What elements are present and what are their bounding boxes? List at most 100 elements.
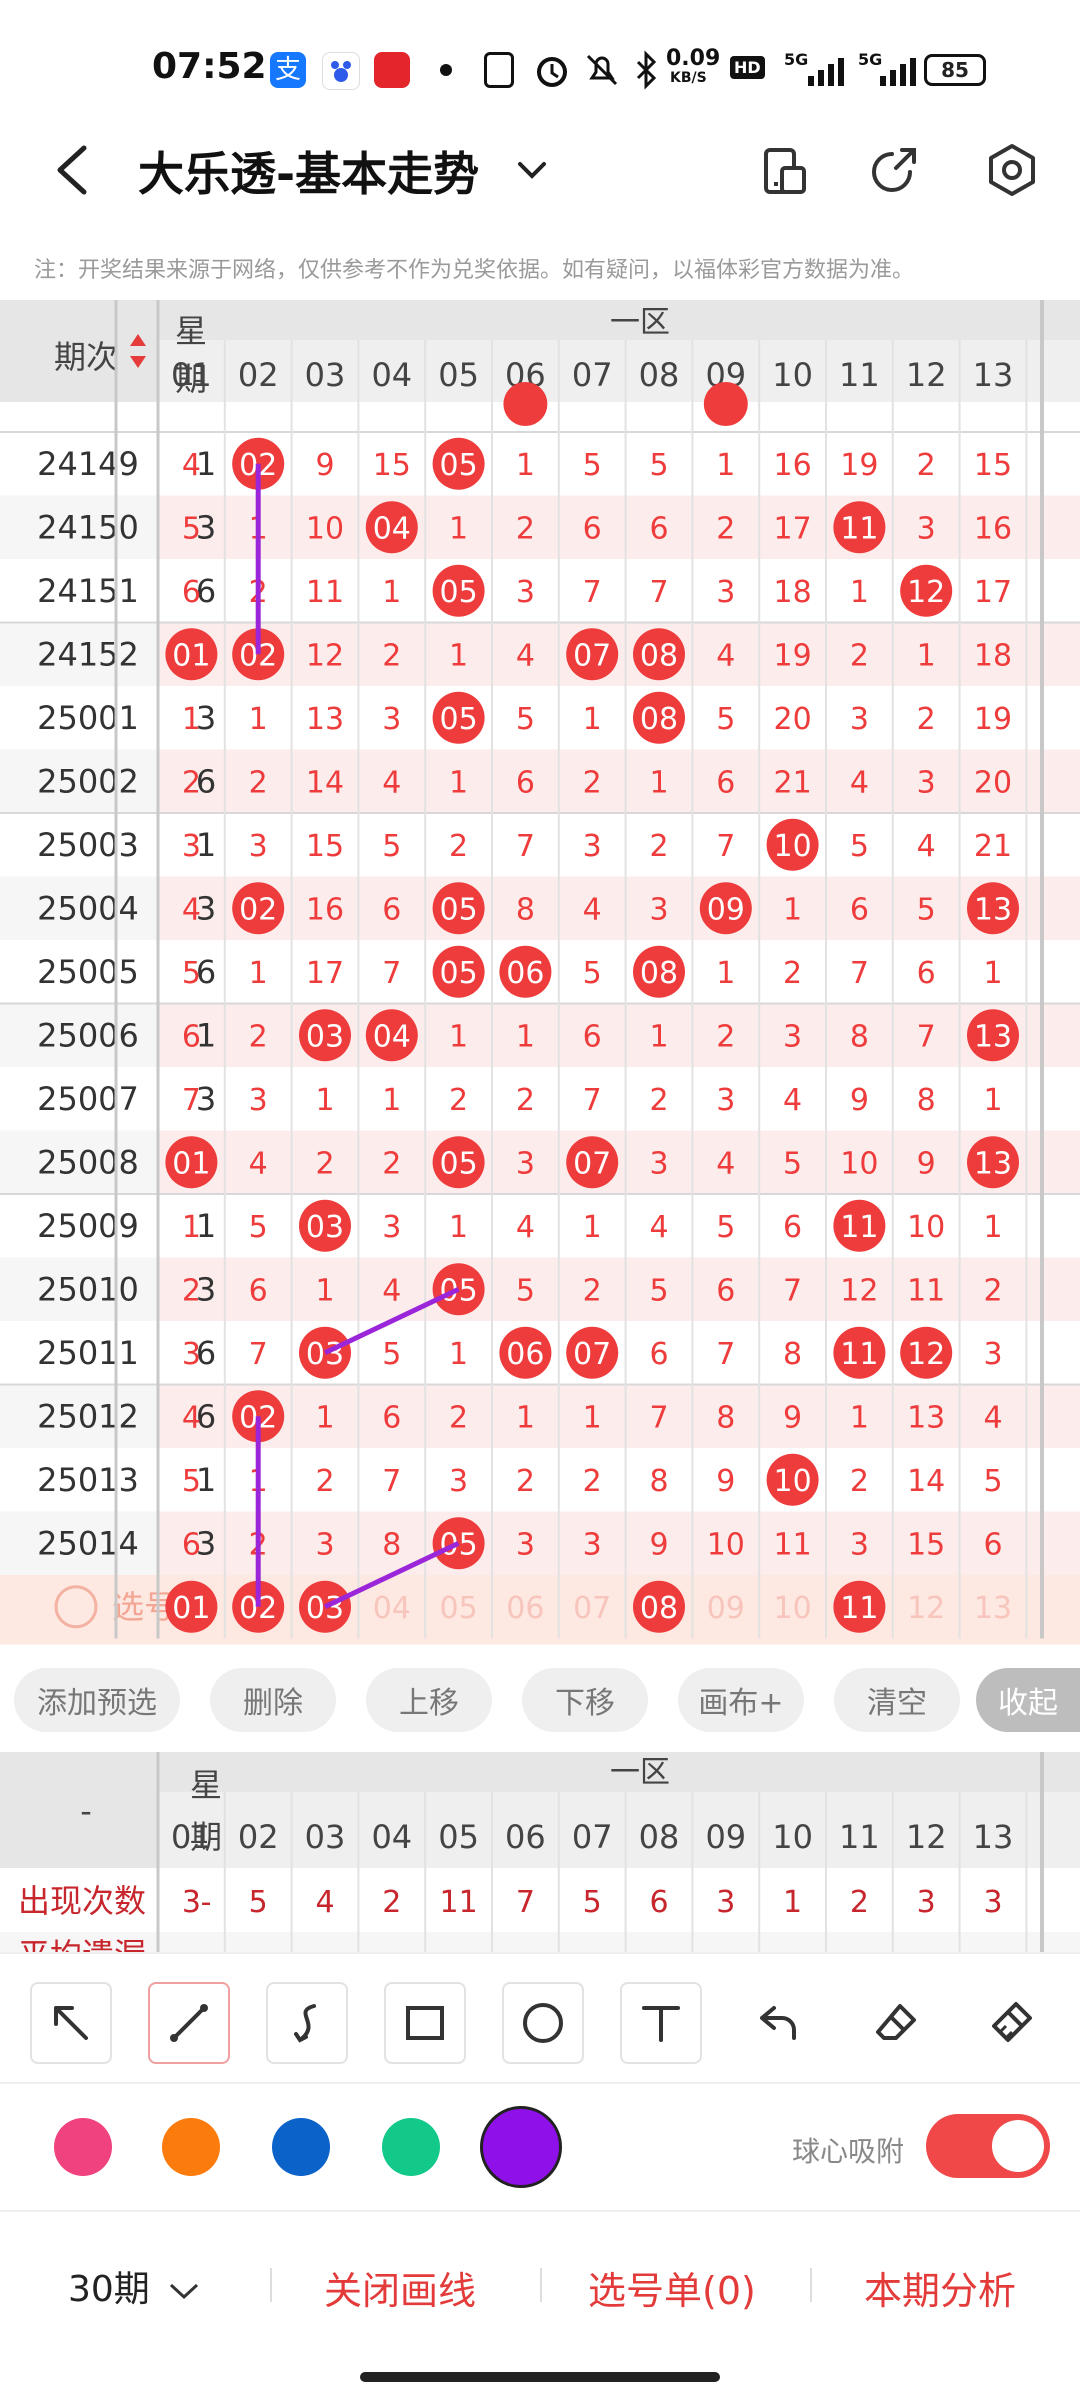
- undo-icon[interactable]: [738, 1982, 820, 2064]
- number-column-header: 08: [639, 356, 680, 394]
- appearance-count-value: 2: [850, 1885, 869, 1920]
- omission-value: 15: [373, 448, 411, 483]
- omission-value: 5: [783, 1146, 802, 1181]
- omission-value: 11: [907, 1273, 945, 1308]
- issue-number: 25003: [37, 826, 139, 864]
- network-5g-1: 5G: [784, 50, 809, 69]
- move-down-button[interactable]: 下移: [522, 1668, 648, 1732]
- omission-value: 1: [382, 1083, 401, 1118]
- row-number-bg: [158, 876, 1080, 940]
- omission-value: 3: [382, 1210, 401, 1245]
- omission-value: 11: [774, 1527, 812, 1562]
- text-tool-icon[interactable]: [620, 1982, 702, 2064]
- home-indicator[interactable]: [360, 2372, 720, 2382]
- average-omission-label: 平均遗漏: [18, 1936, 146, 1952]
- drawn-ball-number: 05: [440, 575, 478, 610]
- appearance-count-value: 3: [917, 1885, 936, 1920]
- color-blue-swatch[interactable]: [272, 2118, 330, 2176]
- omission-value: 3: [850, 1527, 869, 1562]
- clear-button[interactable]: 清空: [834, 1668, 960, 1732]
- omission-value: 7: [917, 1019, 936, 1054]
- omission-value: 1: [983, 956, 1002, 991]
- omission-value: 5: [182, 511, 201, 546]
- signal-icon-1: [808, 58, 844, 86]
- omission-value: 9: [716, 1464, 735, 1499]
- week-column-header: 星: [175, 312, 207, 350]
- chevron-down-icon[interactable]: [512, 150, 552, 190]
- network-speed-unit: KB/S: [670, 70, 707, 86]
- settings-icon[interactable]: [984, 142, 1040, 198]
- omission-value: 20: [974, 765, 1012, 800]
- omission-value: 5: [917, 892, 936, 927]
- drawn-ball-number: 07: [573, 1146, 611, 1181]
- rectangle-tool-icon[interactable]: [384, 1982, 466, 2064]
- collapse-button[interactable]: 收起: [976, 1668, 1080, 1732]
- period-label: 30期: [68, 2269, 150, 2310]
- omission-value: 4: [783, 1083, 802, 1118]
- omission-value: 11: [306, 575, 344, 610]
- omission-value: 5: [649, 448, 668, 483]
- add-preselect-button[interactable]: 添加预选: [14, 1668, 180, 1732]
- curve-tool-icon[interactable]: [266, 1982, 348, 2064]
- omission-value: 1: [649, 765, 668, 800]
- omission-value: 9: [315, 448, 334, 483]
- select-number: 05: [440, 1591, 478, 1626]
- color-pink-swatch[interactable]: [54, 2118, 112, 2176]
- omission-value: 7: [649, 1400, 668, 1435]
- select-number: 13: [974, 1591, 1012, 1626]
- color-purple-swatch-selected[interactable]: [480, 2106, 562, 2188]
- omission-value: 1: [983, 1083, 1002, 1118]
- omission-value: 2: [716, 1019, 735, 1054]
- arrow-tool-icon[interactable]: [30, 1982, 112, 2064]
- omission-value: 1: [449, 765, 468, 800]
- omission-value: 7: [716, 1337, 735, 1372]
- omission-value: 2: [583, 1273, 602, 1308]
- color-green-swatch[interactable]: [382, 2118, 440, 2176]
- page-title[interactable]: 大乐透-基本走势: [138, 138, 479, 204]
- canvas-plus-button[interactable]: 画布+: [678, 1668, 804, 1732]
- omission-value: 1: [716, 956, 735, 991]
- omission-value: 12: [306, 638, 344, 673]
- close-lines-button[interactable]: 关闭画线: [324, 2260, 476, 2315]
- drawn-ball-number: 05: [440, 956, 478, 991]
- omission-value: 3: [583, 1527, 602, 1562]
- issue-number: 25002: [37, 762, 139, 800]
- omission-value: 3: [249, 1083, 268, 1118]
- omission-value: 2: [249, 765, 268, 800]
- drawn-ball-number: 13: [974, 1146, 1012, 1181]
- circle-tool-icon[interactable]: [502, 1982, 584, 2064]
- omission-value: 1: [850, 1400, 869, 1435]
- omission-value: 7: [649, 575, 668, 610]
- omission-value: 3: [716, 1083, 735, 1118]
- hd-badge: HD: [730, 56, 765, 79]
- clear-brush-icon[interactable]: [970, 1982, 1052, 2064]
- current-analysis-button[interactable]: 本期分析: [864, 2260, 1016, 2315]
- omission-value: 6: [850, 892, 869, 927]
- omission-value: 1: [583, 1210, 602, 1245]
- appearance-count-value: 1: [783, 1885, 802, 1920]
- drawn-ball-number: 07: [573, 1337, 611, 1372]
- omission-value: 4: [516, 638, 535, 673]
- select-number: 04: [373, 1591, 411, 1626]
- omission-value: 6: [583, 1019, 602, 1054]
- select-number: 12: [907, 1591, 945, 1626]
- status-bar: 07:52 支 0.09 KB/S HD 5G 5G 85: [0, 0, 1080, 130]
- stats-table: - 星期一区 01 02 03 04 05 06 07 08 09 10 11 12 13 出现次数 -3 5 4 2…: [0, 1752, 1080, 1952]
- snap-to-center-toggle[interactable]: [926, 2114, 1050, 2178]
- select-number: 07: [573, 1591, 611, 1626]
- share-icon[interactable]: [866, 142, 922, 198]
- omission-value: 3: [649, 1146, 668, 1181]
- eraser-icon[interactable]: [856, 1982, 938, 2064]
- omission-value: 8: [382, 1527, 401, 1562]
- selection-list-button[interactable]: 选号单(0): [588, 2260, 756, 2315]
- color-orange-swatch[interactable]: [162, 2118, 220, 2176]
- period-selector[interactable]: 30期: [68, 2260, 201, 2312]
- phone-mode-icon[interactable]: [756, 142, 812, 198]
- move-up-button[interactable]: 上移: [366, 1668, 492, 1732]
- appearance-count-week: -: [201, 1885, 212, 1920]
- delete-button[interactable]: 删除: [210, 1668, 336, 1732]
- back-icon[interactable]: [48, 142, 98, 198]
- row-number-bg: [158, 686, 1080, 750]
- stats-row2-bg: [0, 1932, 1080, 1952]
- line-tool-icon[interactable]: [148, 1982, 230, 2064]
